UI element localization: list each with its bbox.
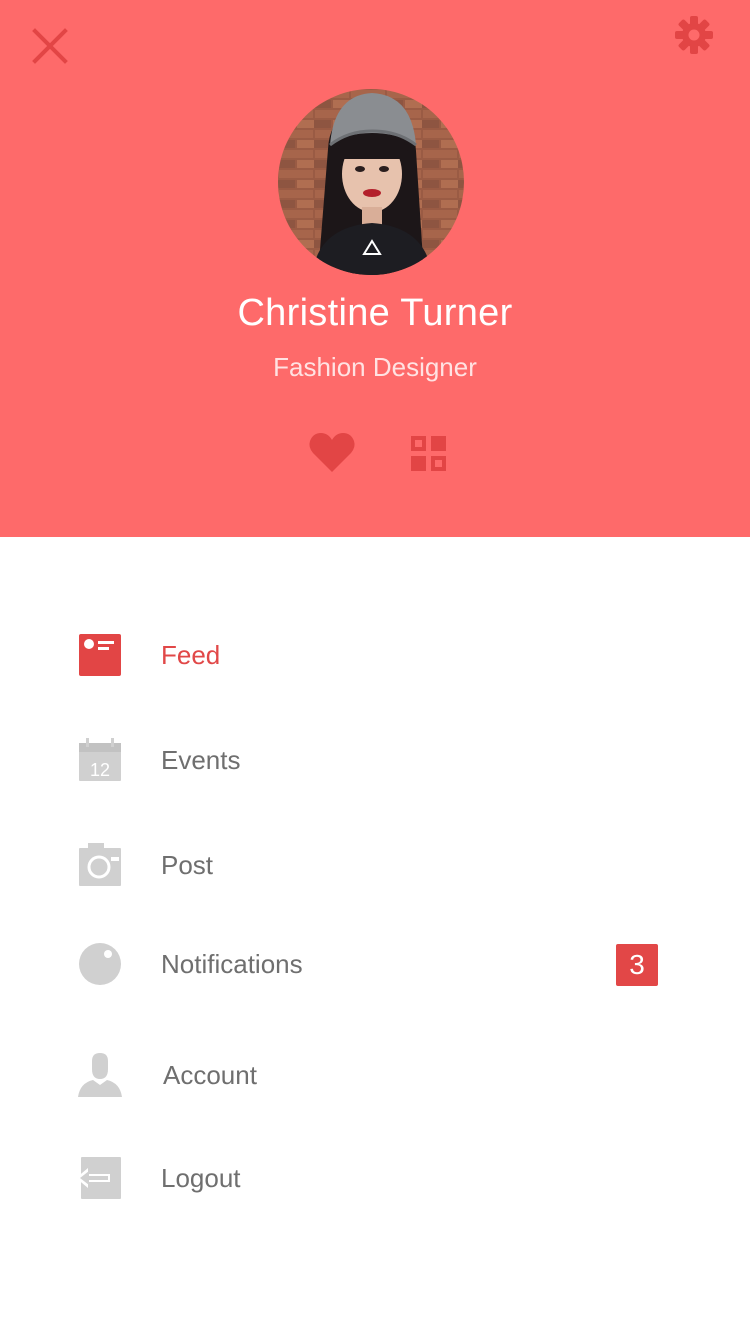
like-button[interactable] [308,430,356,476]
menu-label-feed: Feed [161,640,221,670]
profile-name: Christine Turner [237,292,513,334]
profile-header: Christine Turner Fashion Designer [0,0,750,537]
menu-item-feed[interactable]: Feed [60,615,680,695]
menu-item-post[interactable]: Post [60,825,680,905]
qr-code-button[interactable] [409,434,449,474]
calendar-day: 12 [90,760,110,780]
user-icon [78,1053,122,1097]
notification-count-badge: 3 [616,944,658,986]
feed-icon [79,634,121,676]
menu-label-events: Events [161,745,241,775]
camera-icon [79,843,121,886]
menu-label-post: Post [161,850,214,880]
menu-label-notifications: Notifications [161,949,303,979]
close-button[interactable] [30,26,70,66]
avatar[interactable] [278,89,464,275]
logout-icon [78,1157,121,1199]
profile-photo [278,89,464,275]
menu-item-account[interactable]: Account [60,1035,680,1115]
menu-label-logout: Logout [161,1163,241,1193]
menu-item-events[interactable]: 12 Events [60,720,680,800]
profile-role: Fashion Designer [273,352,477,382]
gear-icon [675,16,713,54]
menu-label-account: Account [163,1060,257,1090]
menu-item-notifications[interactable]: Notifications 3 [60,924,680,1004]
menu-item-logout[interactable]: Logout [60,1138,680,1218]
calendar-icon: 12 [79,738,121,781]
qr-code-icon [411,436,446,471]
close-icon [32,28,68,64]
heart-icon [309,433,355,472]
settings-button[interactable] [672,13,716,57]
notification-icon [79,943,121,985]
